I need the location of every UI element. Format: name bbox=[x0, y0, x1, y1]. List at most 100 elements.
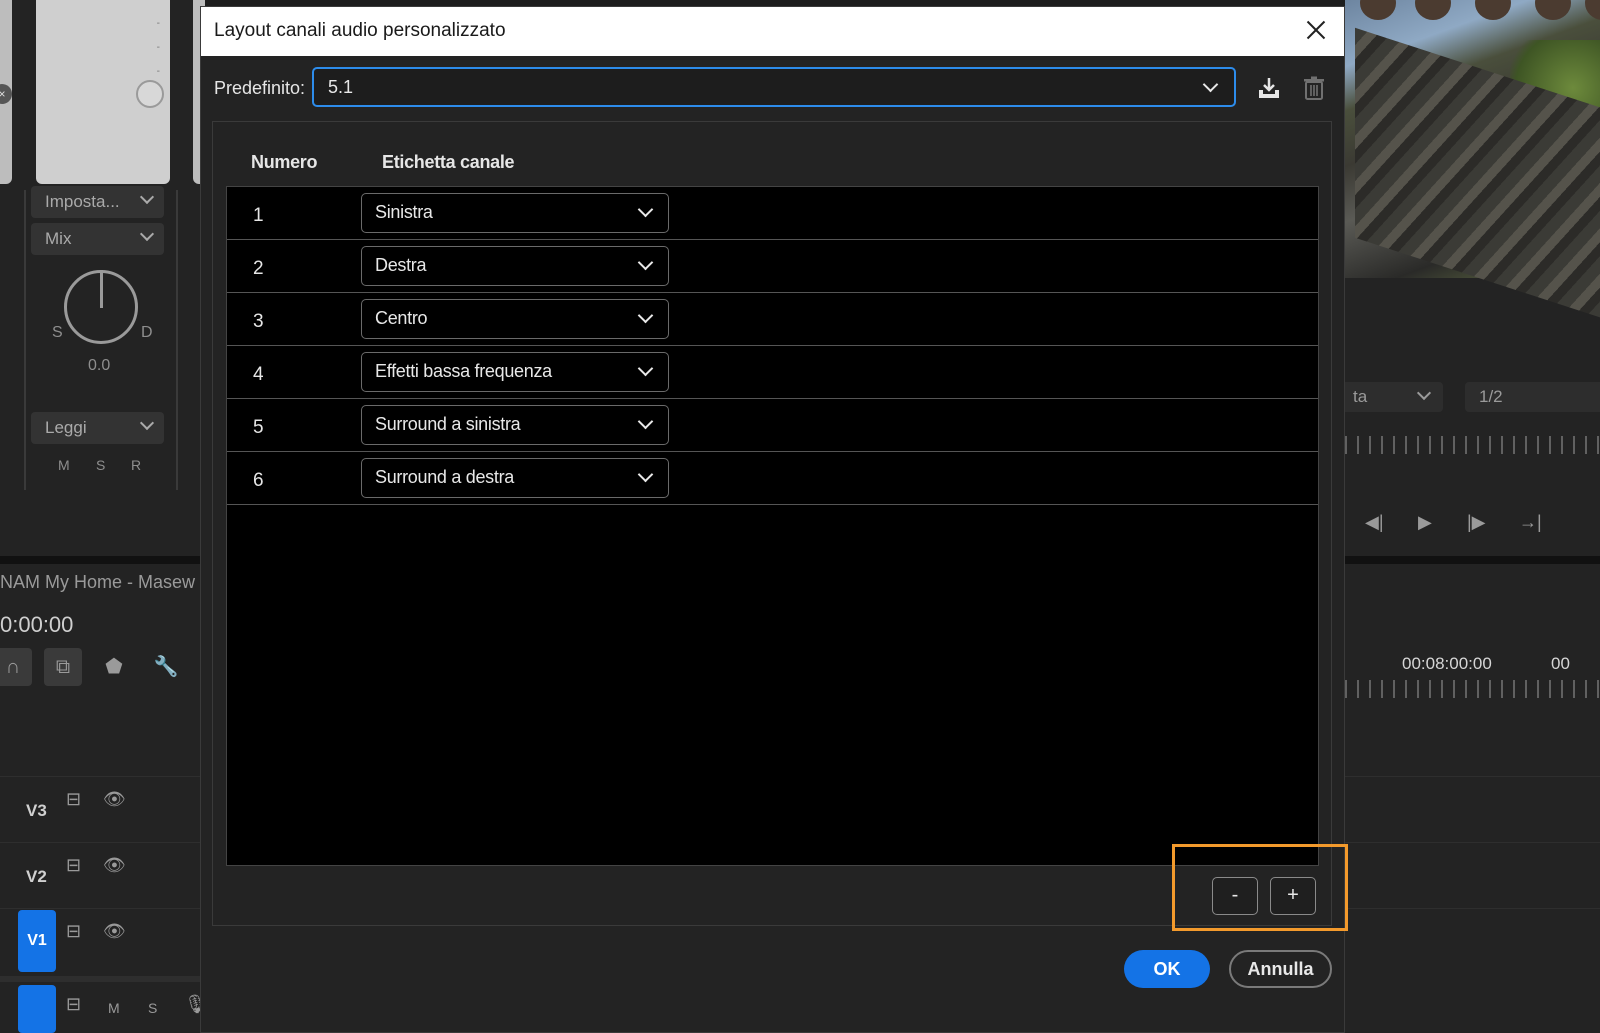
channel-label-dropdown[interactable]: Centro bbox=[361, 299, 669, 339]
chevron-down-icon bbox=[139, 415, 155, 431]
pan-right-label: D bbox=[141, 324, 153, 341]
divider bbox=[176, 190, 178, 490]
ruler-timecode-next: 00 bbox=[1551, 654, 1570, 673]
table-row: 5 Surround a sinistra bbox=[227, 399, 1318, 452]
track-lane[interactable] bbox=[1345, 908, 1600, 974]
cancel-button[interactable]: Annulla bbox=[1229, 950, 1332, 988]
channel-label-dropdown[interactable]: Destra bbox=[361, 246, 669, 286]
dropdown-label: Surround a destra bbox=[375, 467, 514, 487]
zoom-level-dropdown[interactable]: ta bbox=[1345, 382, 1443, 412]
automation-mode-dropdown[interactable]: Leggi bbox=[31, 412, 164, 444]
playback-resolution-dropdown[interactable]: 1/2 bbox=[1465, 382, 1600, 412]
eye-icon[interactable]: 👁 bbox=[103, 855, 126, 876]
preset-label: Predefinito: bbox=[214, 78, 306, 98]
program-preview-image bbox=[1345, 0, 1600, 323]
pan-value: 0.0 bbox=[88, 357, 111, 374]
preview-bead bbox=[1585, 0, 1600, 20]
record-button[interactable]: R bbox=[131, 457, 141, 473]
step-forward-icon[interactable]: |▶ bbox=[1467, 512, 1486, 533]
chevron-down-icon bbox=[1416, 385, 1432, 401]
chevron-down-icon bbox=[637, 254, 654, 271]
channel-number: 5 bbox=[253, 417, 264, 438]
marker-icon[interactable]: ⬟ bbox=[95, 648, 133, 686]
save-preset-icon[interactable] bbox=[1256, 75, 1282, 101]
dropdown-label: Destra bbox=[375, 255, 427, 275]
table-row: 4 Effetti bassa frequenza bbox=[227, 346, 1318, 399]
table-row: 6 Surround a destra bbox=[227, 452, 1318, 505]
channel-label-dropdown[interactable]: Sinistra bbox=[361, 193, 669, 233]
snap-icon[interactable]: ∩ bbox=[0, 648, 32, 686]
sequence-tab[interactable]: NAM My Home - Masew bbox=[0, 572, 195, 593]
panel-divider bbox=[0, 556, 205, 564]
play-icon[interactable]: ▶ bbox=[1418, 512, 1432, 533]
program-monitor-panel: ta 1/2 ◀| ▶ |▶ →| 00:08:00:00 00 bbox=[1345, 0, 1600, 1033]
linked-selection-icon[interactable]: ⧉ bbox=[44, 648, 82, 686]
dropdown-label: Centro bbox=[375, 308, 428, 328]
audio-mixer-panel: × --- Imposta... Mix S D 0.0 Leggi M S R… bbox=[0, 0, 205, 1033]
close-icon[interactable] bbox=[1302, 16, 1330, 44]
track-lane[interactable] bbox=[1345, 842, 1600, 908]
add-channel-button[interactable]: + bbox=[1270, 877, 1316, 915]
chevron-down-icon bbox=[1202, 76, 1219, 93]
chevron-down-icon bbox=[637, 307, 654, 324]
mix-dropdown[interactable]: Mix bbox=[31, 223, 164, 255]
mute-button[interactable]: M bbox=[108, 1000, 120, 1016]
mute-button[interactable]: M bbox=[58, 457, 70, 473]
chevron-down-icon bbox=[637, 360, 654, 377]
close-icon[interactable]: × bbox=[0, 84, 12, 104]
timeline-timecode[interactable]: 0:00:00 bbox=[0, 612, 73, 638]
channel-label-dropdown[interactable]: Surround a destra bbox=[361, 458, 669, 498]
effect-preset-dropdown[interactable]: Imposta... bbox=[31, 186, 164, 218]
dropdown-label: ta bbox=[1353, 387, 1368, 406]
remove-channel-button[interactable]: - bbox=[1212, 877, 1258, 915]
dropdown-label: Mix bbox=[45, 229, 72, 248]
solo-button[interactable]: S bbox=[148, 1000, 157, 1016]
channel-label-dropdown[interactable]: Effetti bassa frequenza bbox=[361, 352, 669, 392]
step-back-icon[interactable]: ◀| bbox=[1365, 512, 1384, 533]
channel-number: 6 bbox=[253, 470, 264, 491]
channel-label-dropdown[interactable]: Surround a sinistra bbox=[361, 405, 669, 445]
preset-value: 5.1 bbox=[328, 77, 354, 97]
chevron-down-icon bbox=[139, 226, 155, 242]
chevron-down-icon bbox=[637, 466, 654, 483]
source-patch-v1[interactable]: V1 bbox=[18, 910, 56, 972]
channel-number: 1 bbox=[253, 205, 264, 226]
preset-dropdown[interactable]: 5.1 bbox=[312, 67, 1236, 107]
program-time-ruler[interactable] bbox=[1345, 436, 1600, 454]
preview-beads bbox=[1345, 0, 1600, 20]
pan-knob[interactable] bbox=[64, 270, 138, 344]
track-header-v3: V3 ⊟ 👁 bbox=[0, 776, 205, 842]
fader-handle[interactable] bbox=[136, 80, 164, 108]
chevron-down-icon bbox=[637, 201, 654, 218]
dialog-title: Layout canali audio personalizzato bbox=[214, 20, 506, 41]
source-patch-a1[interactable] bbox=[18, 985, 56, 1033]
divider bbox=[24, 190, 26, 490]
table-row: 1 Sinistra bbox=[227, 187, 1318, 240]
sync-lock-icon[interactable]: ⊟ bbox=[66, 921, 81, 942]
ok-button[interactable]: OK bbox=[1124, 950, 1210, 988]
preview-bead bbox=[1415, 0, 1451, 20]
pan-left-label: S bbox=[52, 324, 63, 341]
sync-lock-icon[interactable]: ⊟ bbox=[66, 994, 81, 1015]
dropdown-label: Imposta... bbox=[45, 192, 120, 211]
solo-button[interactable]: S bbox=[96, 457, 105, 473]
mixer-fader-strip[interactable]: --- bbox=[36, 0, 170, 184]
trash-icon[interactable] bbox=[1301, 75, 1327, 101]
wrench-icon[interactable]: 🔧 bbox=[147, 648, 185, 686]
track-label: V2 bbox=[26, 867, 47, 886]
track-lane[interactable] bbox=[1345, 776, 1600, 842]
track-header-v2: V2 ⊟ 👁 bbox=[0, 842, 205, 908]
dialog-titlebar[interactable]: Layout canali audio personalizzato bbox=[201, 7, 1344, 56]
dropdown-label: Surround a sinistra bbox=[375, 414, 521, 434]
eye-icon[interactable]: 👁 bbox=[103, 789, 126, 810]
channel-table: 1 Sinistra 2 Destra 3 Centro 4 Effetti b… bbox=[226, 186, 1319, 866]
fader-marks: --- bbox=[156, 18, 160, 77]
dropdown-label: Sinistra bbox=[375, 202, 433, 222]
go-to-out-icon[interactable]: →| bbox=[1519, 512, 1542, 533]
dropdown-label: Effetti bassa frequenza bbox=[375, 361, 552, 381]
preview-bead bbox=[1475, 0, 1511, 20]
timeline-time-ruler[interactable] bbox=[1345, 680, 1600, 698]
sync-lock-icon[interactable]: ⊟ bbox=[66, 789, 81, 810]
sync-lock-icon[interactable]: ⊟ bbox=[66, 855, 81, 876]
eye-icon[interactable]: 👁 bbox=[103, 921, 126, 942]
